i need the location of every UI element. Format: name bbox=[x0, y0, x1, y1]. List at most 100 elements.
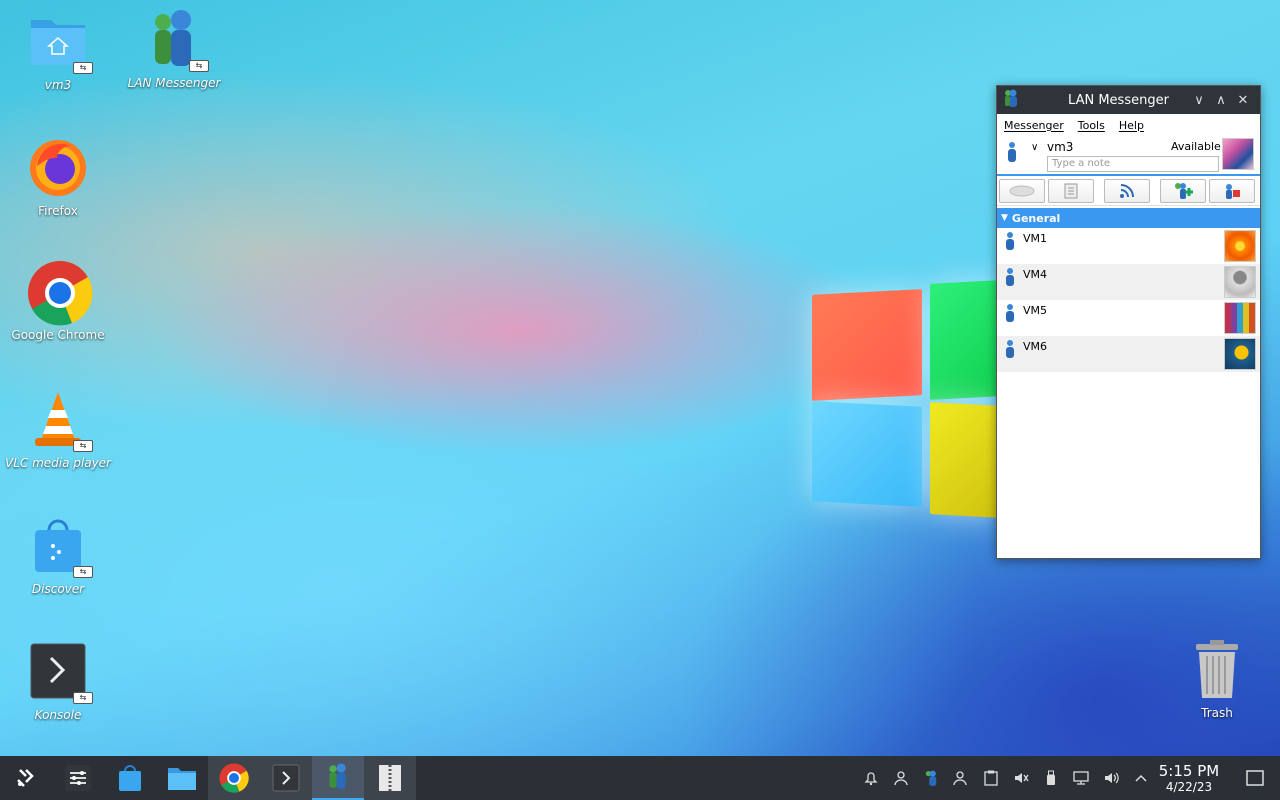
clock-date: 4/22/23 bbox=[1165, 780, 1213, 794]
network-icon[interactable] bbox=[1066, 756, 1096, 800]
notifications-bell-icon[interactable] bbox=[856, 756, 886, 800]
lan-messenger-tray-icon[interactable] bbox=[916, 756, 946, 800]
lan-messenger-window: LAN Messenger ∨ ∧ ✕ Messenger Tools Help… bbox=[996, 85, 1261, 559]
shopping-bag-icon: ⇆ bbox=[27, 514, 93, 578]
desktop-icon-label: Konsole bbox=[34, 708, 82, 722]
contact-row[interactable]: VM4 bbox=[997, 264, 1260, 300]
desktop-icon-label: LAN Messenger bbox=[127, 76, 221, 90]
add-contact-button[interactable] bbox=[1160, 178, 1206, 203]
broadcast-button[interactable] bbox=[1104, 178, 1150, 203]
user-name: vm3 bbox=[1047, 140, 1074, 154]
shopping-bag-icon bbox=[119, 765, 141, 791]
user-icon[interactable] bbox=[886, 756, 916, 800]
file-manager-task[interactable] bbox=[156, 756, 208, 800]
contact-avatar bbox=[1224, 230, 1256, 262]
user-person-icon bbox=[1007, 142, 1017, 162]
volume-icon[interactable] bbox=[1096, 756, 1126, 800]
chrome-icon bbox=[27, 260, 93, 326]
system-tray bbox=[856, 756, 1156, 800]
desktop-icon-label: Firefox bbox=[38, 204, 78, 218]
titlebar[interactable]: LAN Messenger ∨ ∧ ✕ bbox=[997, 86, 1260, 114]
contact-avatar bbox=[1224, 338, 1256, 370]
desktop-icon-label: VLC media player bbox=[4, 456, 111, 470]
user-status-panel: ∨ vm3 Available Type a note bbox=[997, 136, 1260, 176]
contact-row[interactable]: VM1 bbox=[997, 228, 1260, 264]
show-desktop-icon bbox=[1246, 770, 1264, 786]
terminal-icon: ⇆ bbox=[27, 640, 93, 704]
minimize-button[interactable]: ∨ bbox=[1188, 93, 1210, 108]
settings-button[interactable] bbox=[1209, 178, 1255, 203]
contact-avatar bbox=[1224, 266, 1256, 298]
desktop-icon-google-chrome[interactable]: Google Chrome bbox=[0, 260, 116, 342]
contact-name: VM1 bbox=[1023, 232, 1048, 245]
window-title: LAN Messenger bbox=[1068, 92, 1169, 108]
chrome-task[interactable] bbox=[208, 756, 260, 800]
contact-person-icon bbox=[1005, 268, 1015, 288]
maximize-button[interactable]: ∧ bbox=[1210, 93, 1232, 108]
desktop-icon-label: Discover bbox=[31, 582, 85, 596]
archive-task[interactable] bbox=[364, 756, 416, 800]
broadcast-icon bbox=[1120, 183, 1134, 198]
lan-messenger-task[interactable] bbox=[312, 756, 364, 800]
discover-task[interactable] bbox=[104, 756, 156, 800]
archive-zipper-icon bbox=[379, 765, 401, 791]
settings-sliders-icon bbox=[65, 765, 91, 791]
contact-person-icon bbox=[1005, 232, 1015, 252]
desktop-icon-trash[interactable]: Trash bbox=[1172, 640, 1262, 720]
app-launcher-button[interactable] bbox=[0, 756, 52, 800]
contact-avatar bbox=[1224, 302, 1256, 334]
group-header-general[interactable]: ▼ General bbox=[997, 208, 1260, 228]
menu-tools[interactable]: Tools bbox=[1078, 119, 1105, 132]
desktop-icon-firefox[interactable]: Firefox bbox=[0, 136, 116, 218]
trash-label: Trash bbox=[1201, 706, 1233, 720]
user-switch-icon[interactable] bbox=[946, 756, 976, 800]
clock-time: 5:15 PM bbox=[1158, 762, 1220, 780]
folder-icon bbox=[168, 768, 196, 790]
contact-row[interactable]: VM6 bbox=[997, 336, 1260, 372]
add-user-icon bbox=[1175, 182, 1193, 199]
close-button[interactable]: ✕ bbox=[1232, 93, 1254, 108]
contact-name: VM5 bbox=[1023, 304, 1048, 317]
vlc-cone-icon: ⇆ bbox=[27, 388, 93, 452]
people-gear-icon bbox=[1226, 183, 1240, 199]
group-name: General bbox=[1011, 211, 1061, 225]
note-input[interactable]: Type a note bbox=[1047, 156, 1219, 172]
user-avatar[interactable] bbox=[1222, 138, 1254, 170]
menubar: Messenger Tools Help bbox=[997, 114, 1260, 136]
desktop-icon-label: Google Chrome bbox=[11, 328, 105, 342]
desktop-icon-lan-messenger[interactable]: ⇆ LAN Messenger bbox=[116, 8, 232, 90]
wallpaper-logo bbox=[812, 280, 1002, 522]
lan-messenger-icon bbox=[329, 763, 346, 789]
contact-person-icon bbox=[1005, 340, 1015, 360]
trash-icon bbox=[1192, 640, 1242, 700]
clipboard-icon[interactable] bbox=[976, 756, 1006, 800]
status-dropdown-chevron-icon[interactable]: ∨ bbox=[1031, 142, 1038, 153]
home-folder-icon: ⇆ bbox=[27, 10, 93, 74]
terminal-icon bbox=[272, 764, 300, 792]
taskbar: 5:15 PM 4/22/23 bbox=[0, 756, 1280, 800]
chat-icon bbox=[1009, 185, 1035, 196]
konsole-task[interactable] bbox=[260, 756, 312, 800]
desktop-icon-discover[interactable]: ⇆ Discover bbox=[0, 514, 116, 596]
send-file-button[interactable] bbox=[1048, 178, 1094, 203]
desktop-icon-vlc[interactable]: ⇆ VLC media player bbox=[0, 388, 116, 470]
desktop-icon-label: vm3 bbox=[44, 78, 72, 92]
toolbar bbox=[997, 176, 1260, 206]
menu-messenger[interactable]: Messenger bbox=[1004, 119, 1064, 132]
contact-row[interactable]: VM5 bbox=[997, 300, 1260, 336]
expand-triangle-icon: ▼ bbox=[1001, 213, 1008, 223]
contact-name: VM4 bbox=[1023, 268, 1048, 281]
chrome-icon bbox=[219, 763, 249, 793]
menu-help[interactable]: Help bbox=[1119, 119, 1144, 132]
show-desktop-button[interactable] bbox=[1240, 756, 1270, 800]
status-label[interactable]: Available bbox=[1171, 140, 1221, 153]
desktop-icon-konsole[interactable]: ⇆ Konsole bbox=[0, 640, 116, 722]
muted-speaker-icon[interactable] bbox=[1006, 756, 1036, 800]
lan-messenger-icon: ⇆ bbox=[143, 8, 209, 72]
system-settings-task[interactable] bbox=[52, 756, 104, 800]
launcher-icon bbox=[17, 769, 34, 787]
desktop-icon-vm3[interactable]: ⇆ vm3 bbox=[0, 10, 116, 92]
clock[interactable]: 5:15 PM 4/22/23 bbox=[1148, 762, 1230, 795]
chat-button[interactable] bbox=[999, 178, 1045, 203]
usb-device-icon[interactable] bbox=[1036, 756, 1066, 800]
